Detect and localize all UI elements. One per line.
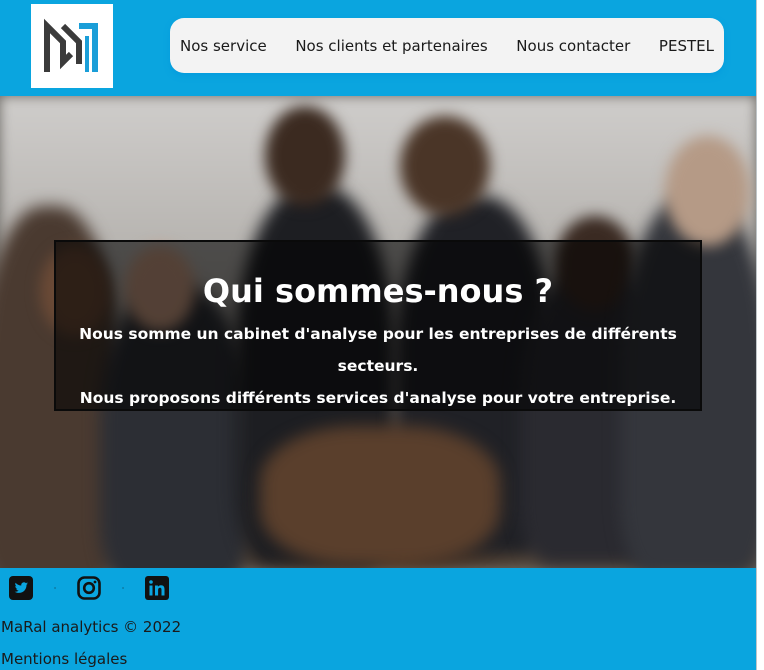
copyright-text: MaRal analytics © 2022 <box>1 618 182 636</box>
intro-text-line-1: Nous somme un cabinet d'analyse pour les… <box>79 325 677 375</box>
page: Nos service Nos clients et partenaires N… <box>0 0 764 670</box>
twitter-icon[interactable] <box>9 576 33 600</box>
instagram-icon[interactable] <box>77 576 101 600</box>
social-separator: · <box>53 583 57 593</box>
nav-item-clients[interactable]: Nos clients et partenaires <box>295 37 487 55</box>
hero-banner: Qui sommes-nous ? Nous somme un cabinet … <box>0 96 756 568</box>
nav-item-contact[interactable]: Nous contacter <box>516 37 630 55</box>
logo-mark-icon <box>44 18 98 72</box>
hero-figure <box>665 136 750 246</box>
hero-figure <box>400 116 490 216</box>
site-logo[interactable] <box>31 4 113 88</box>
intro-title: Qui sommes-nous ? <box>202 272 554 310</box>
site-footer: · · MaRal analytics © 2022 Mentions léga <box>0 568 756 670</box>
linkedin-icon[interactable] <box>145 576 169 600</box>
social-links: · · <box>9 576 169 600</box>
main-nav: Nos service Nos clients et partenaires N… <box>170 18 724 73</box>
hero-figure <box>265 106 345 206</box>
nav-item-pestel[interactable]: PESTEL <box>659 37 714 55</box>
intro-text-line-2: Nous proposons différents services d'ana… <box>79 389 677 407</box>
social-separator: · <box>121 583 125 593</box>
legal-notice-link[interactable]: Mentions légales <box>1 650 127 668</box>
hero-figure <box>260 426 500 566</box>
site-header: Nos service Nos clients et partenaires N… <box>0 0 756 96</box>
nav-item-services[interactable]: Nos service <box>180 37 267 55</box>
page-edge <box>756 0 764 670</box>
intro-box: Qui sommes-nous ? Nous somme un cabinet … <box>54 240 702 411</box>
